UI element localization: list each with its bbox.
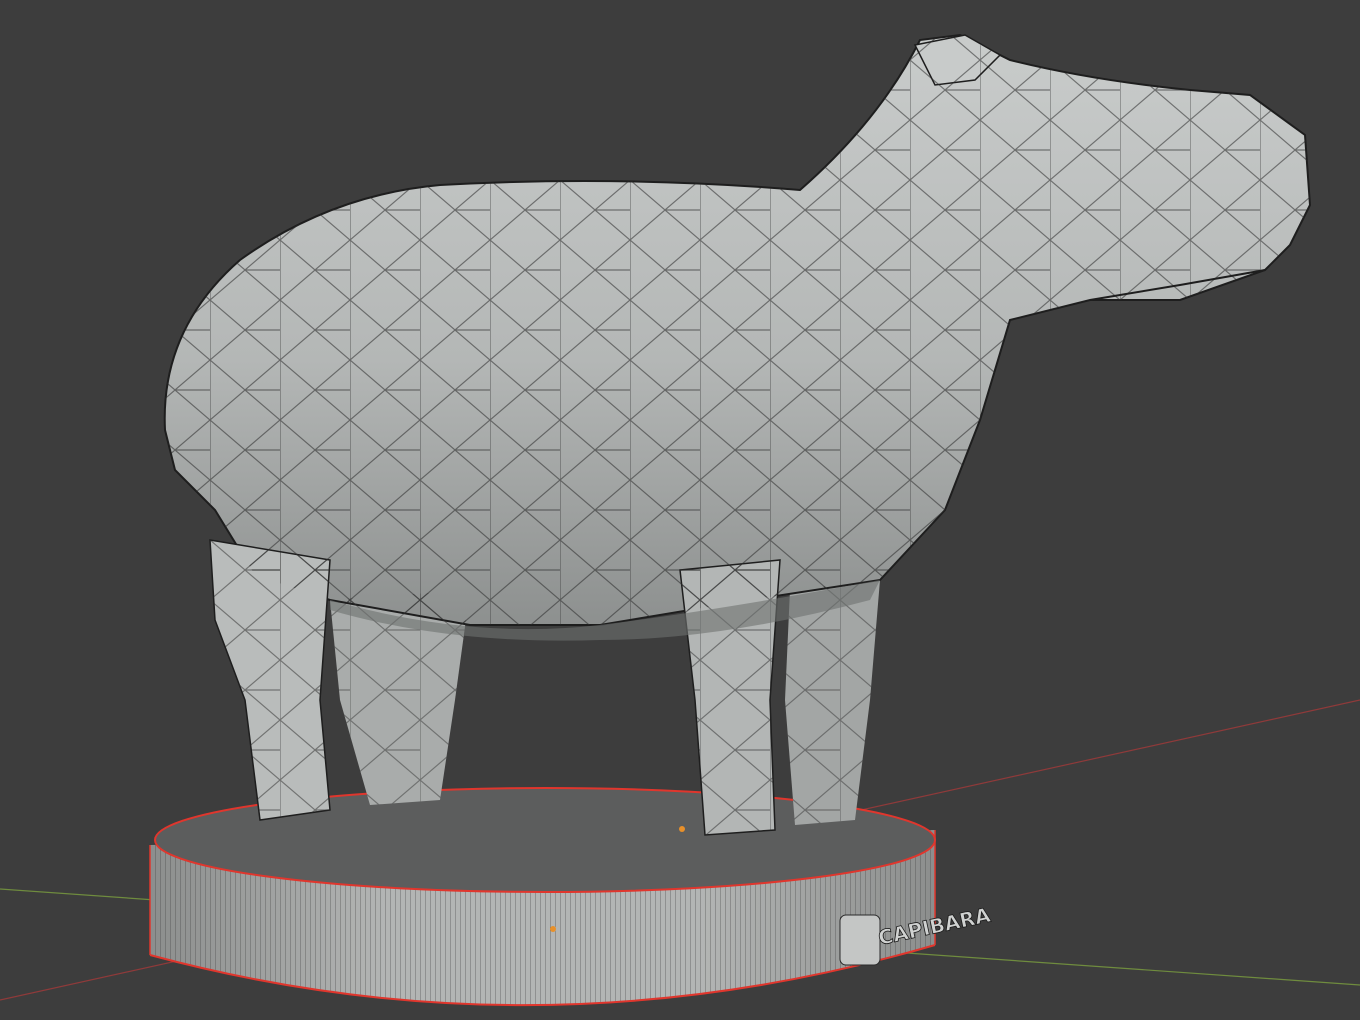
origin-dot: [679, 826, 685, 832]
3d-viewport[interactable]: CAPIBARA: [0, 0, 1360, 1020]
capybara-model[interactable]: [163, 33, 1312, 836]
viewport-scene[interactable]: CAPIBARA: [0, 0, 1360, 1020]
base-origin-dot: [550, 926, 556, 932]
